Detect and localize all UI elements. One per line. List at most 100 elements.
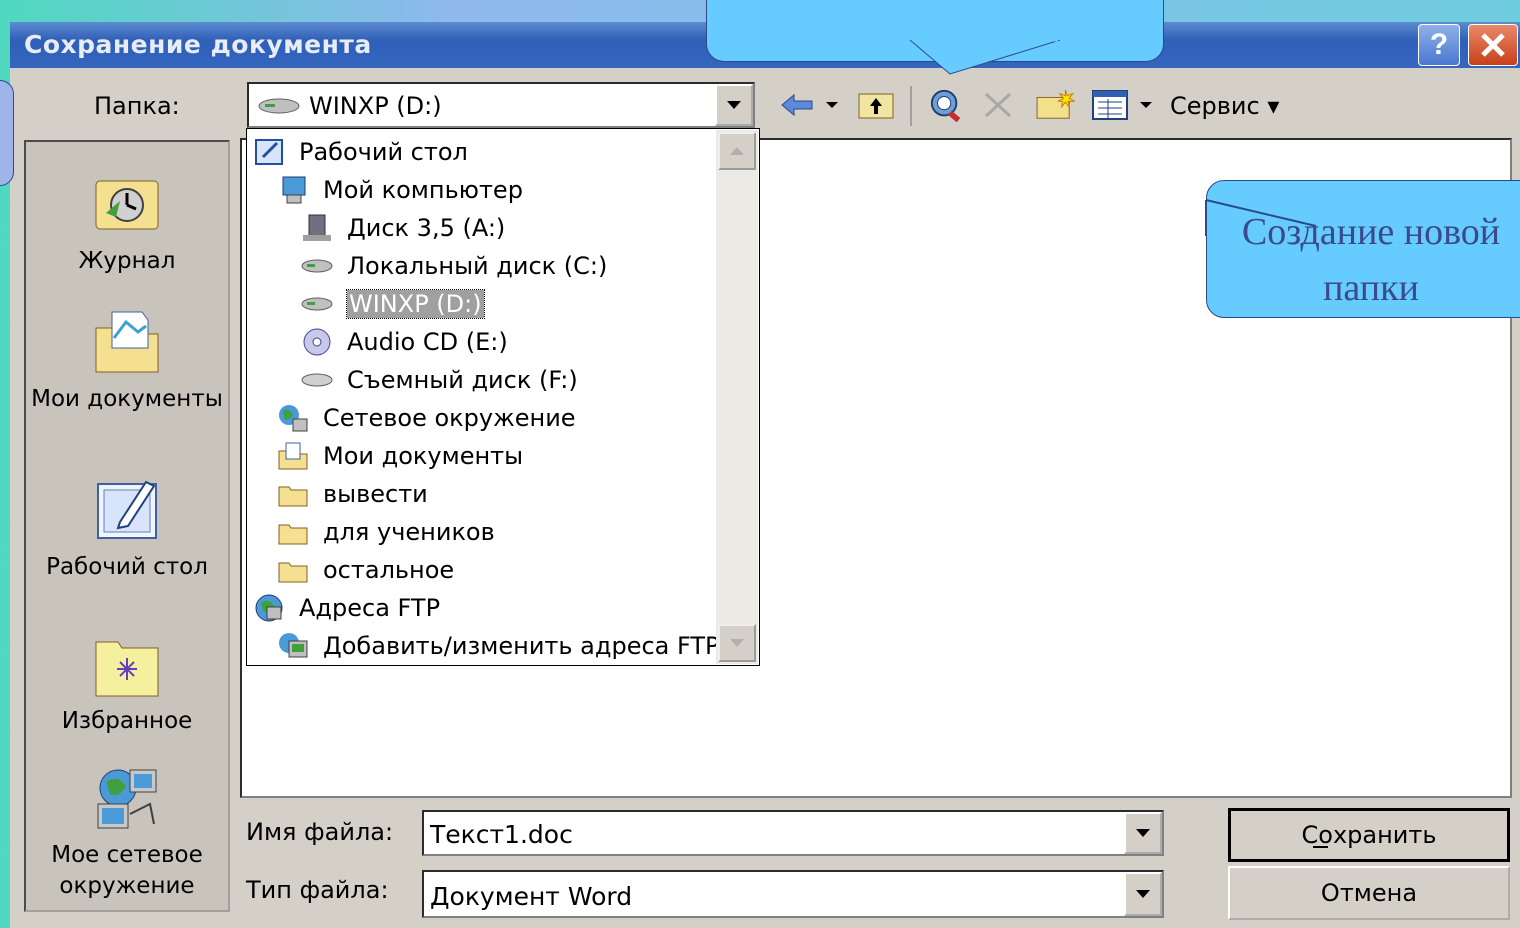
history-icon — [95, 180, 159, 230]
filetype-value: Документ Word — [430, 882, 633, 911]
dropdown-item[interactable]: Audio CD (E:) — [253, 323, 723, 361]
place-label: Мое сетевое окружение — [51, 842, 203, 899]
dropdown-item-label: для учеников — [323, 518, 495, 546]
dropdown-item[interactable]: вывести — [253, 475, 723, 513]
folder-icon — [277, 517, 313, 547]
dropdown-item[interactable]: Диск 3,5 (A:) — [253, 209, 723, 247]
dropdown-item-label: Сетевое окружение — [323, 404, 576, 432]
scroll-up-button[interactable] — [718, 132, 756, 170]
ftp-icon — [253, 593, 289, 623]
place-history[interactable]: Журнал — [24, 168, 230, 277]
filetype-select[interactable]: Документ Word — [422, 870, 1164, 918]
back-dropdown-icon[interactable] — [824, 88, 840, 122]
dropdown-item-label: остальное — [323, 556, 455, 584]
dropdown-item[interactable]: Мой компьютер — [253, 171, 723, 209]
filetype-label: Тип файла: — [246, 876, 389, 904]
place-network[interactable]: Мое сетевое окружение — [24, 764, 230, 902]
views-icon[interactable] — [1090, 88, 1130, 122]
dropdown-item[interactable]: WINXP (D:) — [253, 285, 723, 323]
filename-label: Имя файла: — [246, 818, 394, 846]
scroll-down-button[interactable] — [718, 624, 756, 662]
dropdown-item-label: Добавить/изменить адреса FTP — [323, 632, 720, 660]
chevron-down-icon — [727, 101, 741, 109]
save-accelerator-underline — [1313, 846, 1328, 848]
network-icon — [97, 769, 157, 829]
toolbar-separator — [910, 86, 912, 126]
folder-dropdown-list[interactable]: Рабочий стол Мой компьютер Диск 3,5 (A:) Ло… — [246, 128, 760, 666]
chevron-down-icon — [730, 639, 744, 647]
close-button[interactable] — [1468, 24, 1518, 66]
dropdown-item-label: Съемный диск (F:) — [347, 366, 578, 394]
desktop-icon — [253, 137, 289, 167]
dropdown-scrollbar[interactable] — [716, 130, 758, 664]
place-label: Мои документы — [31, 386, 223, 412]
folder-icon — [277, 479, 313, 509]
cancel-button-label: Отмена — [1320, 879, 1418, 907]
drive-icon — [301, 251, 337, 281]
dropdown-item[interactable]: Локальный диск (C:) — [253, 247, 723, 285]
callout-top-pointer — [909, 40, 1061, 75]
place-label: Избранное — [61, 708, 193, 734]
new-folder-icon[interactable] — [1032, 88, 1078, 122]
folder-label: Папка: — [94, 92, 180, 120]
cancel-button[interactable]: Отмена — [1228, 866, 1510, 920]
desktop-icon — [97, 480, 157, 539]
close-icon — [1481, 33, 1505, 57]
dropdown-item[interactable]: Адреса FTP — [253, 589, 723, 627]
dropdown-item[interactable]: Добавить/изменить адреса FTP — [253, 627, 723, 665]
up-folder-icon[interactable] — [856, 88, 896, 122]
drive-icon — [301, 289, 337, 319]
my-documents-icon — [95, 311, 159, 373]
folder-combo-value: WINXP (D:) — [309, 92, 442, 120]
dropdown-item-label: вывести — [323, 480, 428, 508]
dropdown-item-label: Мои документы — [323, 442, 524, 470]
search-web-icon[interactable] — [924, 88, 968, 122]
chevron-down-icon — [1136, 829, 1150, 837]
network-icon — [277, 403, 313, 433]
favorites-icon — [95, 641, 159, 697]
cd-icon — [301, 327, 337, 357]
dropdown-item-label: WINXP (D:) — [346, 289, 485, 319]
place-favorites[interactable]: Избранное — [24, 628, 230, 737]
folder-icon — [277, 555, 313, 585]
save-button[interactable]: Сохранить — [1228, 808, 1510, 862]
views-dropdown-icon[interactable] — [1138, 88, 1154, 122]
help-button[interactable]: ? — [1418, 24, 1460, 66]
dropdown-item[interactable]: Мои документы — [253, 437, 723, 475]
filetype-dropdown-button[interactable] — [1124, 872, 1162, 916]
service-menu[interactable]: Сервис ▾ — [1170, 92, 1279, 120]
place-label: Рабочий стол — [46, 554, 208, 580]
computer-icon — [277, 175, 313, 205]
back-icon[interactable] — [778, 88, 818, 122]
folder-combo[interactable]: WINXP (D:) — [247, 82, 755, 128]
place-my-documents[interactable]: Мои документы — [24, 306, 230, 415]
dropdown-item-label: Адреса FTP — [299, 594, 441, 622]
chevron-up-icon — [730, 147, 744, 155]
delete-icon[interactable] — [980, 88, 1016, 122]
dropdown-item-label: Диск 3,5 (A:) — [347, 214, 506, 242]
filename-input[interactable]: Текст1.doc — [422, 810, 1164, 856]
dropdown-item-label: Audio CD (E:) — [347, 328, 508, 356]
dropdown-item[interactable]: Сетевое окружение — [253, 399, 723, 437]
dropdown-item[interactable]: для учеников — [253, 513, 723, 551]
ftp-edit-icon — [277, 631, 313, 661]
place-label: Журнал — [78, 248, 176, 274]
place-desktop[interactable]: Рабочий стол — [24, 474, 230, 583]
drive-icon — [258, 98, 300, 114]
removable-drive-icon — [301, 365, 337, 395]
floppy-icon — [301, 213, 337, 243]
filename-value: Текст1.doc — [430, 820, 573, 849]
dropdown-item-label: Локальный диск (C:) — [347, 252, 608, 280]
dropdown-item[interactable]: остальное — [253, 551, 723, 589]
dropdown-item[interactable]: Рабочий стол — [253, 133, 723, 171]
chevron-down-icon — [1136, 890, 1150, 898]
dropdown-item-label: Рабочий стол — [299, 138, 468, 166]
folder-dropdown-button[interactable] — [715, 84, 753, 126]
dropdown-item[interactable]: Съемный диск (F:) — [253, 361, 723, 399]
callout-left — [0, 80, 14, 186]
filename-dropdown-button[interactable] — [1124, 812, 1162, 854]
my-documents-icon — [277, 441, 313, 471]
dropdown-item-label: Мой компьютер — [323, 176, 523, 204]
callout-new-folder-text: Создание новой папки — [1241, 211, 1501, 309]
save-button-label: Сохранить — [1301, 821, 1437, 849]
